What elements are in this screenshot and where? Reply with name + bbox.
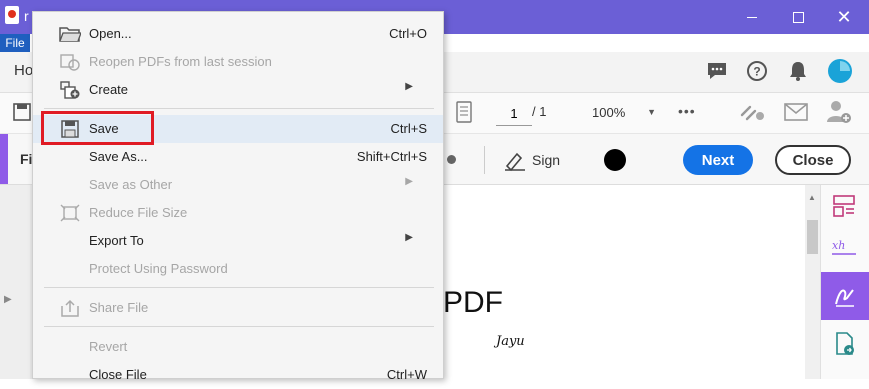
menu-item-shortcut: Ctrl+W [386, 367, 427, 382]
menu-item-label: Protect Using Password [89, 261, 228, 276]
maximize-button[interactable] [775, 0, 821, 34]
tab-home[interactable]: Ho [14, 62, 33, 79]
minimize-button[interactable] [729, 0, 775, 34]
expand-panel-arrow-icon[interactable]: ▶ [4, 294, 12, 305]
acrobat-app-icon[interactable] [5, 6, 19, 24]
request-signature-icon[interactable]: xh [831, 236, 857, 258]
more-tools-button[interactable]: ••• [678, 103, 696, 119]
submenu-arrow-icon: ▶ [405, 232, 413, 243]
menu-item-label: Save As... [89, 149, 148, 164]
reopen-icon [60, 54, 80, 71]
bell-icon[interactable] [788, 60, 808, 82]
avatar[interactable] [827, 58, 853, 84]
menu-separator [44, 287, 434, 288]
mail-icon[interactable] [784, 103, 808, 121]
window-title: r [24, 8, 29, 24]
help-icon[interactable]: ? [746, 60, 768, 82]
menu-item-label: Save as Other [89, 177, 173, 192]
menu-item-create[interactable]: Create ▶ [33, 76, 443, 104]
close-button[interactable]: Close [775, 145, 851, 175]
minimize-icon [747, 16, 757, 18]
menu-item-label: Share File [89, 300, 149, 315]
maximize-icon [792, 11, 804, 23]
dot-tool-icon[interactable] [447, 155, 456, 164]
menu-item-close-file[interactable]: Close File Ctrl+W [33, 361, 443, 389]
menu-item-export-to[interactable]: Export To ▶ [33, 227, 443, 255]
menu-item-save-as-other[interactable]: Save as Other ▶ [33, 171, 443, 199]
scrollbar-thumb[interactable] [807, 220, 818, 254]
sign-pen-icon[interactable] [503, 148, 527, 172]
signature-mark: Jayu [496, 334, 525, 349]
zoom-select[interactable]: 100% ▼ [592, 101, 656, 123]
pdf-page[interactable] [440, 185, 805, 379]
save-highlight-annotation [41, 111, 154, 145]
menu-item-revert[interactable]: Revert [33, 333, 443, 361]
page-number-input[interactable] [496, 101, 532, 126]
add-user-icon[interactable] [826, 100, 852, 124]
menu-item-save-as[interactable]: Save As... Shift+Ctrl+S [33, 143, 443, 171]
menu-item-shortcut: Ctrl+O [389, 26, 427, 41]
menu-separator [44, 108, 434, 109]
next-button[interactable]: Next [683, 145, 753, 175]
menu-item-label: Reopen PDFs from last session [89, 54, 272, 69]
svg-text:?: ? [753, 65, 760, 79]
submenu-arrow-icon: ▶ [405, 81, 413, 92]
file-menu[interactable]: File [0, 34, 30, 52]
menu-item-label: Export To [89, 233, 144, 248]
page-thumbnail-icon[interactable] [455, 101, 473, 123]
menu-item-label: Create [89, 82, 129, 97]
close-icon: ✕ [836, 7, 852, 27]
toolbar-divider [484, 146, 485, 174]
chevron-down-icon: ▼ [647, 107, 656, 117]
menu-item-reduce-file-size[interactable]: Reduce File Size [33, 199, 443, 227]
menu-item-label: Open... [89, 26, 132, 41]
menu-item-shortcut: Ctrl+S [390, 121, 427, 136]
sign-button[interactable]: Sign [532, 152, 560, 168]
svg-text:xh: xh [832, 239, 845, 252]
page-heading-text: PDF [443, 286, 503, 319]
menu-item-protect-password[interactable]: Protect Using Password [33, 255, 443, 283]
page-total: / 1 [532, 104, 547, 119]
submenu-arrow-icon: ▶ [405, 176, 413, 187]
menu-separator [44, 326, 434, 327]
zoom-value: 100% [592, 104, 626, 120]
menu-item-label: Revert [89, 339, 128, 354]
comment-icon[interactable] [706, 61, 728, 81]
menu-item-shortcut: Shift+Ctrl+S [356, 149, 427, 164]
fill-sign-icon [835, 289, 854, 307]
save-toolbar-icon[interactable] [12, 102, 32, 122]
fill-sign-accent [0, 134, 8, 184]
create-icon [60, 81, 80, 99]
link-icon[interactable] [738, 101, 766, 123]
color-picker[interactable] [604, 149, 626, 171]
organize-pages-icon[interactable] [832, 194, 856, 218]
menu-item-label: Close File [89, 367, 147, 382]
menu-item-share-file[interactable]: Share File [33, 294, 443, 322]
left-panel-gutter [0, 185, 30, 379]
export-pdf-icon[interactable] [834, 332, 856, 356]
menu-item-open[interactable]: Open... Ctrl+O [33, 20, 443, 48]
reduce-size-icon [60, 204, 80, 222]
menu-item-reopen[interactable]: Reopen PDFs from last session [33, 48, 443, 76]
close-window-button[interactable]: ✕ [821, 0, 867, 34]
scroll-up-arrow-icon[interactable]: ▲ [808, 193, 816, 202]
fill-sign-title: Fi [20, 151, 33, 167]
folder-open-icon [59, 27, 81, 42]
menu-item-label: Reduce File Size [89, 205, 188, 220]
vertical-scrollbar[interactable] [805, 185, 820, 379]
share-icon [61, 299, 79, 317]
